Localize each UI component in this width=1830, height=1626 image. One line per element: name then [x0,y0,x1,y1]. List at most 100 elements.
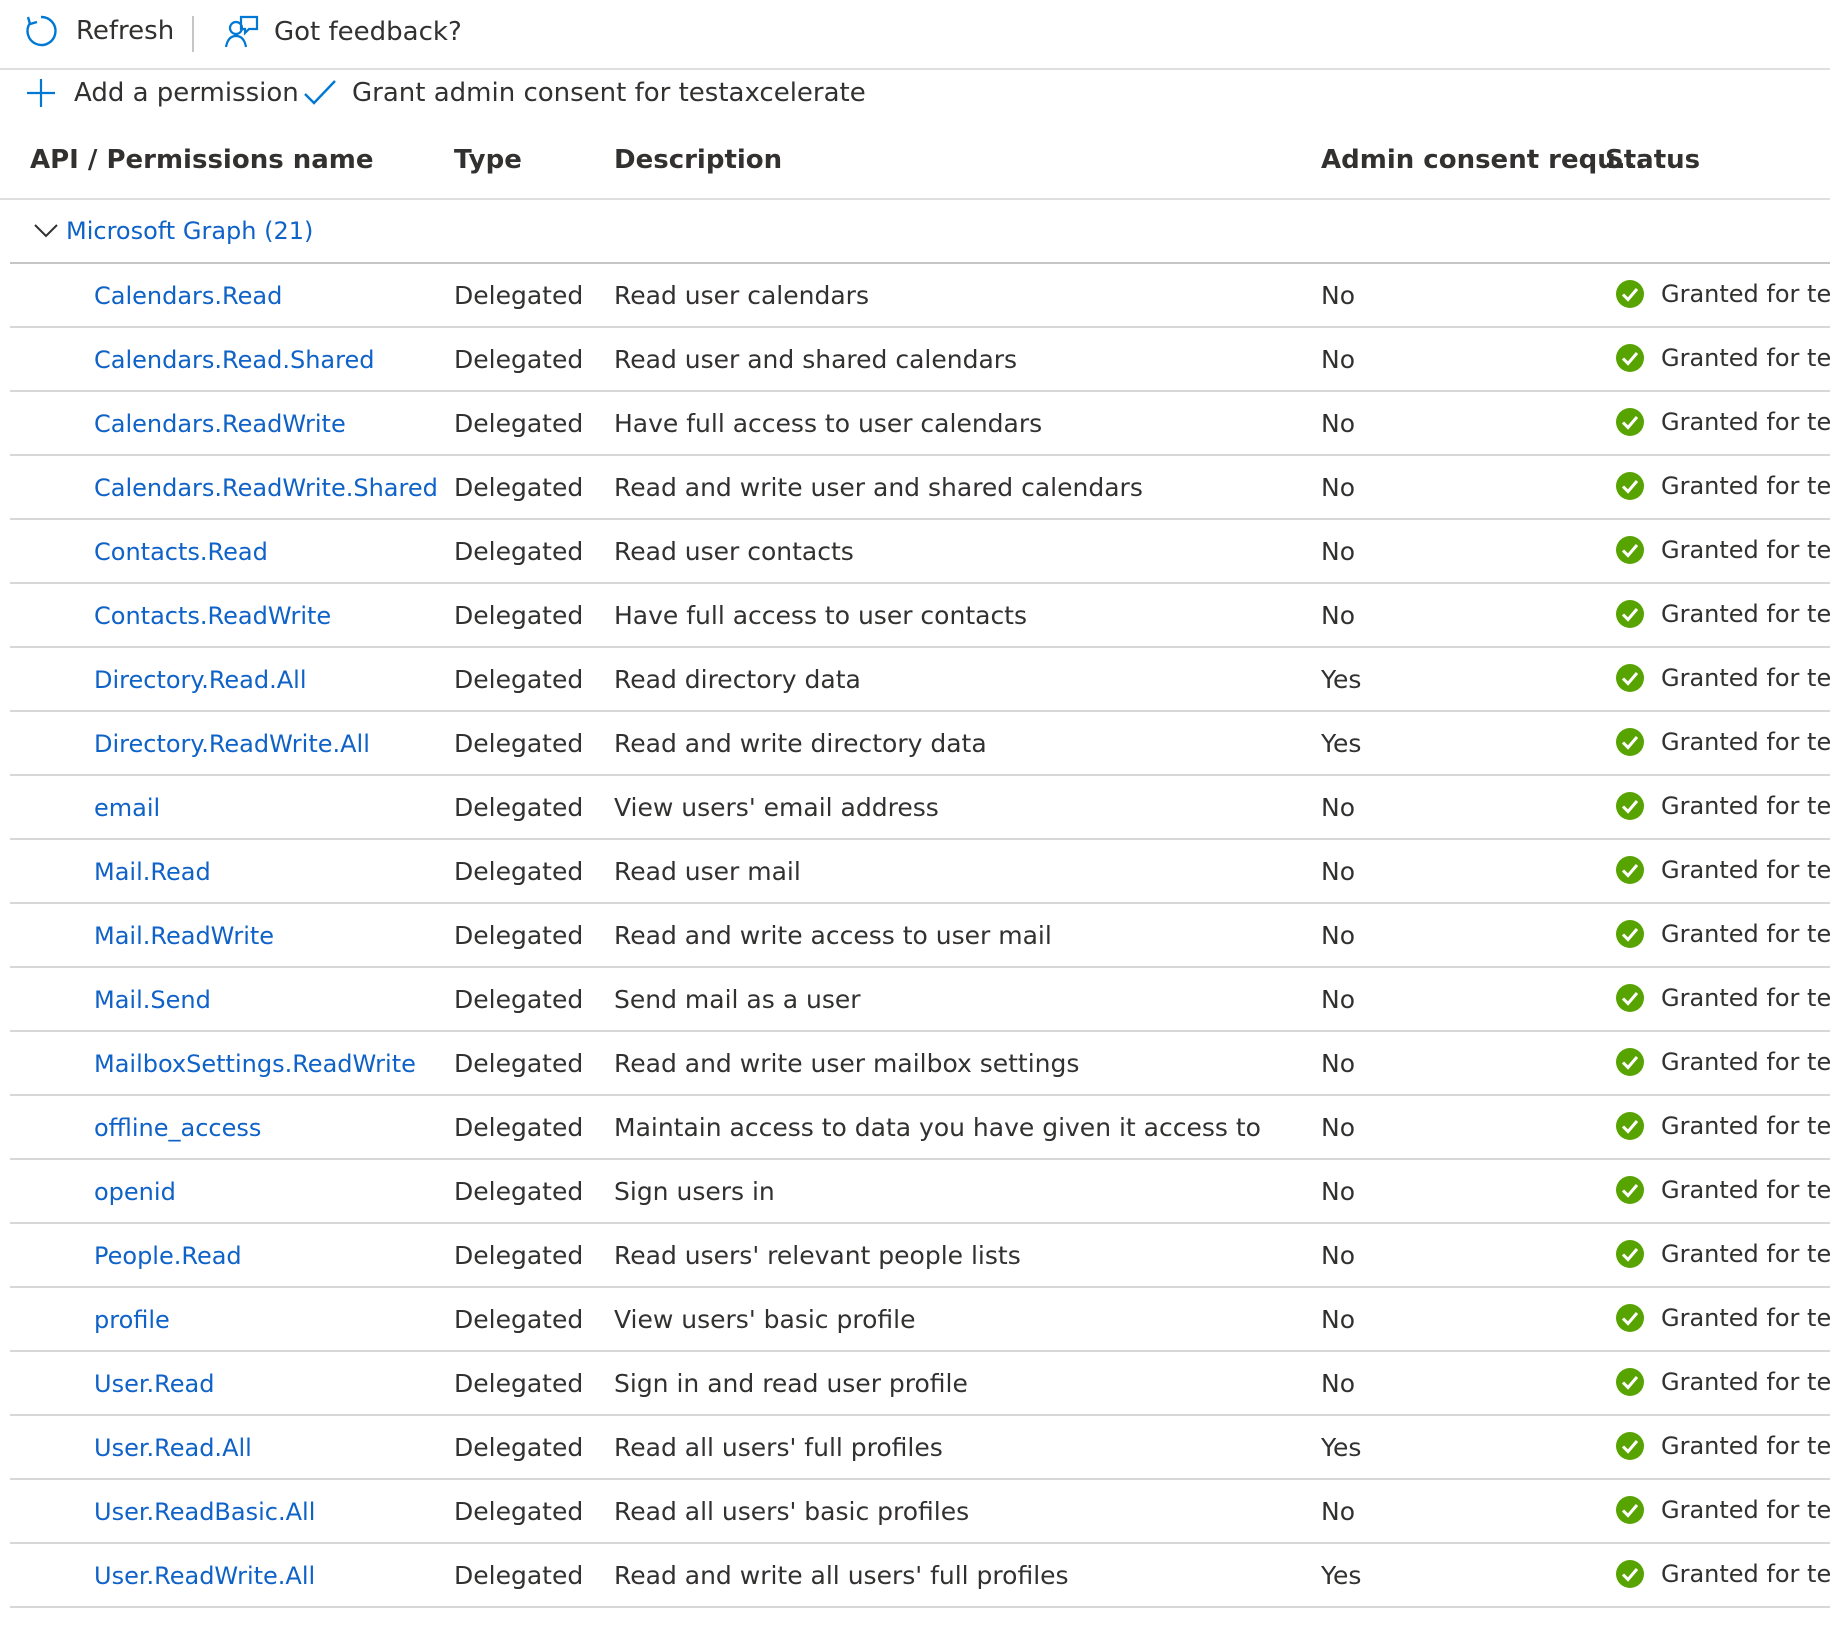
permission-name-link[interactable]: offline_access [94,1096,261,1160]
column-header-name[interactable]: API / Permissions name [30,120,374,200]
permission-name-link[interactable]: Directory.ReadWrite.All [94,712,370,776]
permission-name-link[interactable]: MailboxSettings.ReadWrite [94,1032,416,1096]
permission-name-link[interactable]: Calendars.ReadWrite.Shared [94,456,438,520]
permission-type: Delegated [454,921,584,950]
status-text: Granted for testa [1661,1048,1830,1076]
status-text: Granted for testa [1661,1176,1830,1204]
status-text: Granted for testa [1661,1304,1830,1332]
admin-consent-required: No [1321,1369,1355,1398]
permission-name-link[interactable]: User.Read [94,1352,214,1416]
column-header-type[interactable]: Type [454,120,522,200]
status-text: Granted for testa [1661,920,1830,948]
group-row-microsoft-graph[interactable]: Microsoft Graph (21) [10,200,1830,264]
permission-type: Delegated [454,1561,584,1590]
admin-consent-required: Yes [1321,729,1362,758]
permission-status: Granted for testa [1615,648,1830,708]
permission-name-link[interactable]: Calendars.ReadWrite [94,392,346,456]
group-label[interactable]: Microsoft Graph (21) [66,217,313,245]
permission-type: Delegated [454,281,584,310]
admin-consent-required: No [1321,281,1355,310]
table-row: Mail.Read Delegated Read user mail No Gr… [10,840,1830,904]
granted-check-icon [1615,1431,1645,1461]
permission-name-link[interactable]: Contacts.ReadWrite [94,584,331,648]
permission-description: Read and write user and shared calendars [614,473,1143,502]
permission-name-link[interactable]: Calendars.Read [94,264,282,328]
permission-name-link[interactable]: Mail.ReadWrite [94,904,274,968]
permission-type: Delegated [454,1241,584,1270]
add-permission-label: Add a permission [74,78,299,108]
permission-name-link[interactable]: email [94,776,160,840]
permission-status: Granted for testa [1615,1352,1830,1412]
permission-name-link[interactable]: profile [94,1288,170,1352]
grant-admin-consent-label: Grant admin consent for testaxcelerate [352,78,866,108]
table-row: offline_access Delegated Maintain access… [10,1096,1830,1160]
permission-type: Delegated [454,601,584,630]
permission-type: Delegated [454,665,584,694]
admin-consent-required: No [1321,857,1355,886]
permission-name-link[interactable]: Calendars.Read.Shared [94,328,374,392]
granted-check-icon [1615,791,1645,821]
add-permission-button[interactable]: Add a permission [24,76,299,110]
admin-consent-required: No [1321,1049,1355,1078]
table-header: API / Permissions name Type Description … [0,120,1830,200]
permission-description: Read users' relevant people lists [614,1241,1021,1270]
table-row: Contacts.Read Delegated Read user contac… [10,520,1830,584]
permission-type: Delegated [454,985,584,1014]
permission-type: Delegated [454,1113,584,1142]
command-bar: Refresh Got feedback? [0,0,1830,70]
table-row: Mail.ReadWrite Delegated Read and write … [10,904,1830,968]
column-header-admin-consent[interactable]: Admin consent requ... [1321,120,1645,200]
permission-description: Sign users in [614,1177,775,1206]
permission-description: View users' email address [614,793,939,822]
permission-name-link[interactable]: openid [94,1160,176,1224]
permission-description: Sign in and read user profile [614,1369,968,1398]
table-row: email Delegated View users' email addres… [10,776,1830,840]
permission-description: Maintain access to data you have given i… [614,1113,1261,1142]
refresh-button[interactable]: Refresh [24,14,174,48]
permission-name-link[interactable]: Mail.Read [94,840,211,904]
admin-consent-required: No [1321,1177,1355,1206]
permission-description: Have full access to user calendars [614,409,1043,438]
permission-type: Delegated [454,1177,584,1206]
permission-type: Delegated [454,345,584,374]
permission-name-link[interactable]: User.ReadWrite.All [94,1544,315,1608]
grant-admin-consent-button[interactable]: Grant admin consent for testaxcelerate [302,76,866,110]
granted-check-icon [1615,535,1645,565]
status-text: Granted for testa [1661,1240,1830,1268]
admin-consent-required: No [1321,601,1355,630]
granted-check-icon [1615,279,1645,309]
permission-name-link[interactable]: People.Read [94,1224,242,1288]
admin-consent-required: No [1321,473,1355,502]
admin-consent-required: No [1321,1305,1355,1334]
permission-name-link[interactable]: User.ReadBasic.All [94,1480,315,1544]
permission-name-link[interactable]: Contacts.Read [94,520,268,584]
feedback-button[interactable]: Got feedback? [224,14,462,50]
status-text: Granted for testa [1661,1560,1830,1588]
permission-status: Granted for testa [1615,1096,1830,1156]
permission-status: Granted for testa [1615,776,1830,836]
permission-name-link[interactable]: User.Read.All [94,1416,252,1480]
status-text: Granted for testa [1661,472,1830,500]
granted-check-icon [1615,663,1645,693]
granted-check-icon [1615,983,1645,1013]
table-row: People.Read Delegated Read users' releva… [10,1224,1830,1288]
permission-status: Granted for testa [1615,328,1830,388]
permission-rows: Calendars.Read Delegated Read user calen… [0,264,1830,1608]
table-row: Calendars.Read Delegated Read user calen… [10,264,1830,328]
permission-status: Granted for testa [1615,520,1830,580]
table-row: User.ReadWrite.All Delegated Read and wr… [10,1544,1830,1608]
status-text: Granted for testa [1661,536,1830,564]
permission-name-link[interactable]: Directory.Read.All [94,648,307,712]
status-text: Granted for testa [1661,1496,1830,1524]
granted-check-icon [1615,1495,1645,1525]
permission-status: Granted for testa [1615,1288,1830,1348]
column-header-status[interactable]: Status [1605,120,1700,200]
permission-name-link[interactable]: Mail.Send [94,968,211,1032]
permissions-toolbar: Add a permission Grant admin consent for… [0,72,1830,120]
table-row: Contacts.ReadWrite Delegated Have full a… [10,584,1830,648]
permission-description: View users' basic profile [614,1305,916,1334]
chevron-down-icon[interactable] [34,223,58,239]
permission-description: Send mail as a user [614,985,861,1014]
column-header-description[interactable]: Description [614,120,782,200]
permission-status: Granted for testa [1615,1416,1830,1476]
